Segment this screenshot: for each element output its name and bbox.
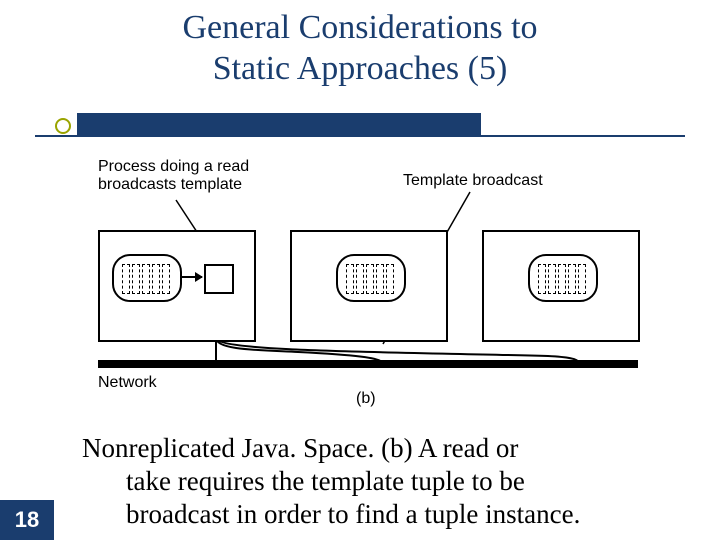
- slide-title: General Considerations to Static Approac…: [0, 8, 720, 90]
- host-box-1: [98, 230, 256, 342]
- diagram: Process doing a read broadcasts template…: [98, 158, 638, 408]
- caption-line-3: broadcast in order to find a tuple insta…: [82, 498, 682, 531]
- host-box-2: [290, 230, 448, 342]
- network-bar: [98, 360, 638, 368]
- tuple-store-3: [528, 254, 598, 302]
- slide: General Considerations to Static Approac…: [0, 0, 720, 540]
- tuple-store-1: [112, 254, 182, 302]
- page-number: 18: [0, 500, 54, 540]
- host-box-3: [482, 230, 640, 342]
- title-line-2: Static Approaches (5): [213, 50, 508, 87]
- subfigure-label: (b): [356, 390, 376, 408]
- caption-text: Nonreplicated Java. Space. (b) A read or…: [82, 432, 682, 531]
- tuple-store-2: [336, 254, 406, 302]
- bullet-icon: [55, 118, 71, 134]
- template-query-box: [204, 264, 234, 294]
- accent-bar: [77, 113, 481, 135]
- label-network: Network: [98, 374, 157, 392]
- arrow-icon: [180, 276, 202, 278]
- caption-line-2: take requires the template tuple to be: [82, 465, 682, 498]
- accent-underline: [35, 135, 685, 137]
- caption-line-1: Nonreplicated Java. Space. (b) A read or: [82, 433, 518, 463]
- title-line-1: General Considerations to: [182, 9, 537, 46]
